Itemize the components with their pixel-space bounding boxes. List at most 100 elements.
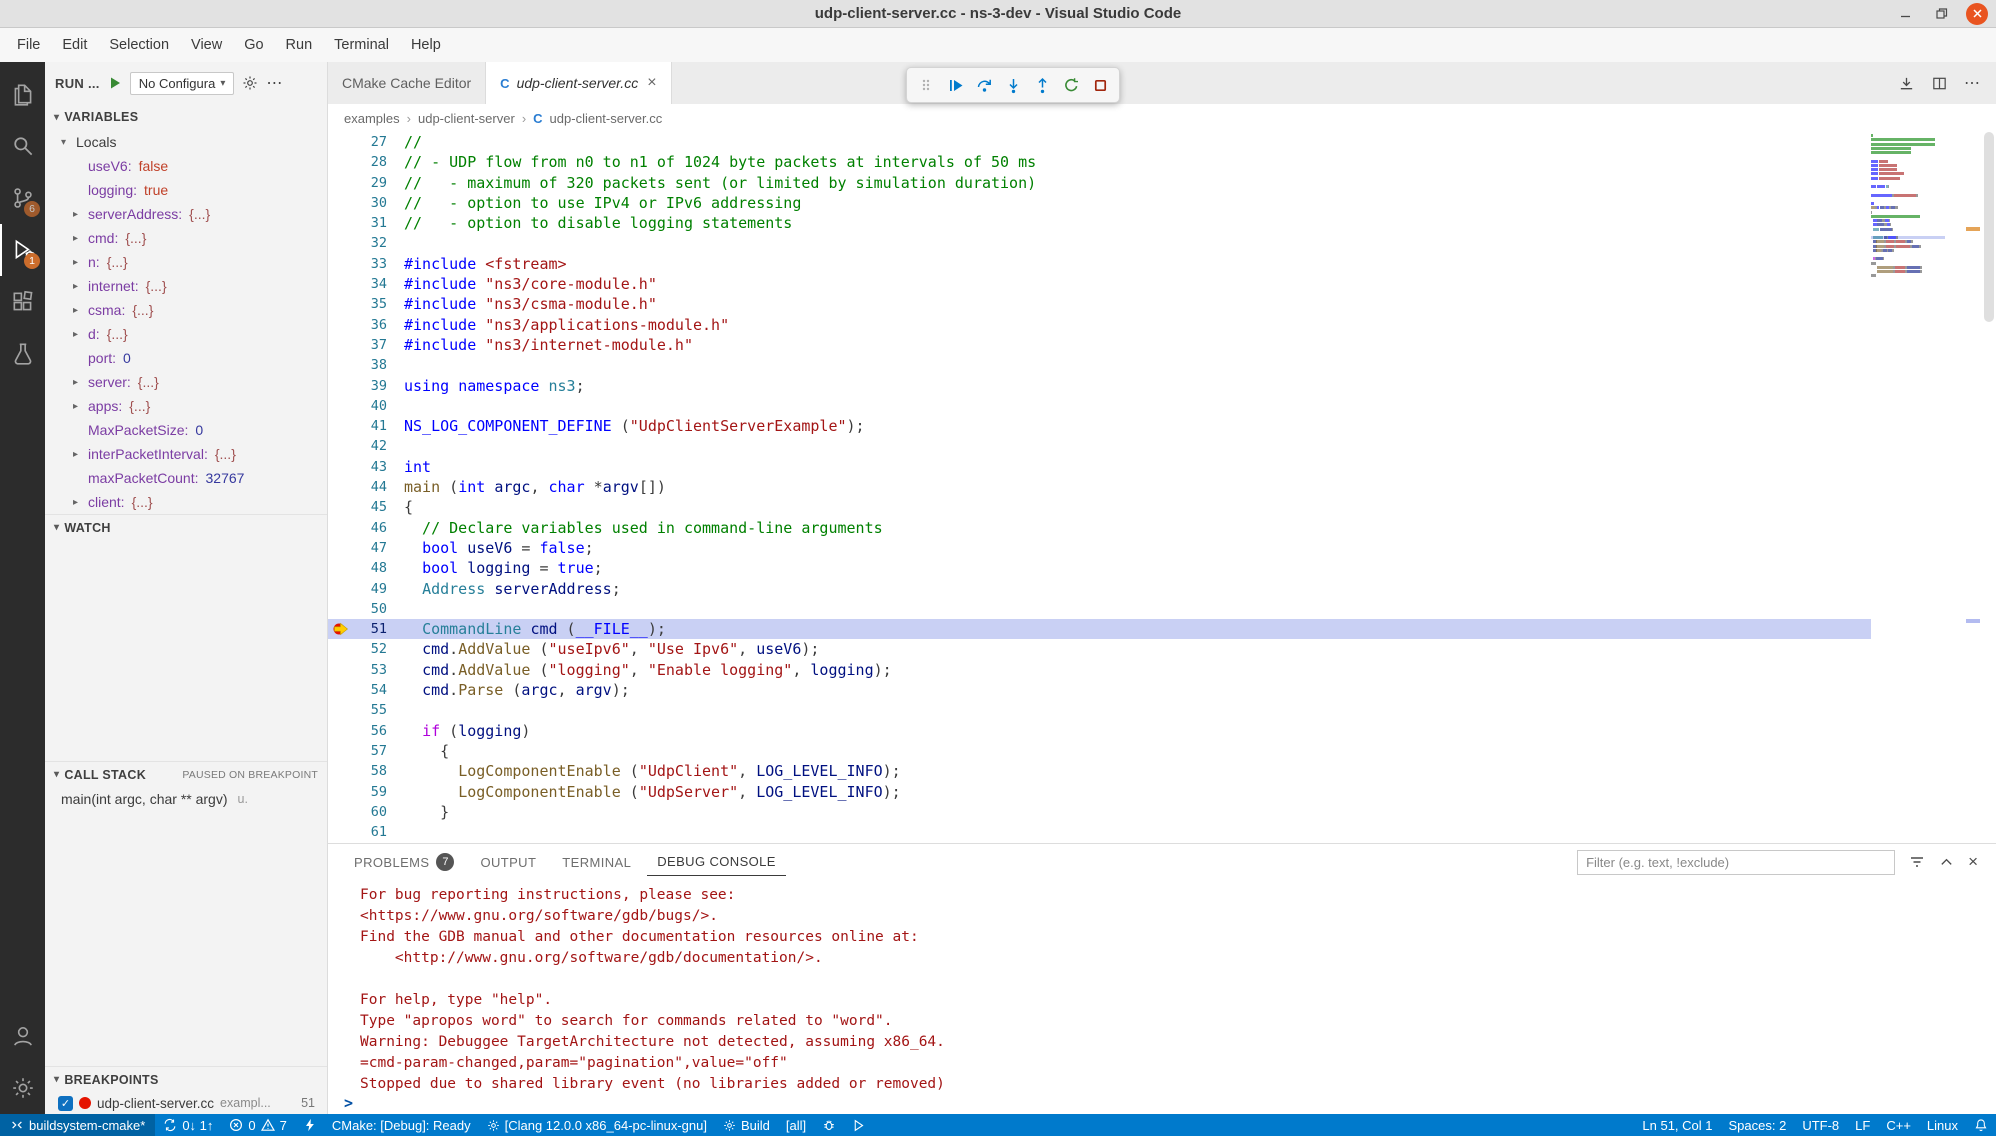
code-line-37[interactable]: 37#include "ns3/internet-module.h" bbox=[328, 335, 1871, 355]
line-number[interactable]: 54 bbox=[354, 680, 404, 700]
variable-row-internet[interactable]: ▸internet:{...} bbox=[45, 274, 327, 298]
console-prompt[interactable]: > bbox=[328, 1093, 1996, 1114]
code-text[interactable]: LogComponentEnable ("UdpClient", LOG_LEV… bbox=[404, 761, 1871, 781]
code-text[interactable] bbox=[404, 396, 1871, 416]
gutter-breakpoint-zone[interactable] bbox=[328, 213, 354, 233]
cmake-build-button[interactable]: Build bbox=[715, 1114, 778, 1136]
continue-icon[interactable] bbox=[942, 72, 968, 98]
step-into-icon[interactable] bbox=[1000, 72, 1026, 98]
close-icon[interactable] bbox=[1966, 3, 1988, 25]
code-line-59[interactable]: 59 LogComponentEnable ("UdpServer", LOG_… bbox=[328, 782, 1871, 802]
console-filter-input[interactable] bbox=[1577, 850, 1895, 875]
menu-item-terminal[interactable]: Terminal bbox=[323, 32, 400, 58]
breadcrumb-file[interactable]: udp-client-server.cc bbox=[550, 111, 663, 126]
tab-problems[interactable]: PROBLEMS 7 bbox=[344, 847, 464, 877]
cursor-position[interactable]: Ln 51, Col 1 bbox=[1634, 1114, 1720, 1136]
code-text[interactable]: bool logging = true; bbox=[404, 558, 1871, 578]
code-text[interactable]: // - UDP flow from n0 to n1 of 1024 byte… bbox=[404, 152, 1871, 172]
tab-debug-console[interactable]: DEBUG CONSOLE bbox=[647, 848, 786, 876]
gutter-breakpoint-zone[interactable] bbox=[328, 355, 354, 375]
code-line-54[interactable]: 54 cmd.Parse (argc, argv); bbox=[328, 680, 1871, 700]
variable-row-Locals[interactable]: ▾Locals bbox=[45, 130, 327, 154]
gutter-breakpoint-zone[interactable] bbox=[328, 721, 354, 741]
line-number[interactable]: 36 bbox=[354, 315, 404, 335]
variable-row-server[interactable]: ▸server:{...} bbox=[45, 370, 327, 394]
activity-run-debug[interactable]: 1 bbox=[0, 224, 45, 276]
line-number[interactable]: 40 bbox=[354, 396, 404, 416]
code-line-43[interactable]: 43int bbox=[328, 457, 1871, 477]
debug-console-output[interactable]: For bug reporting instructions, please s… bbox=[328, 880, 1996, 1093]
cmake-debug-button[interactable] bbox=[814, 1114, 844, 1136]
os-indicator[interactable]: Linux bbox=[1919, 1114, 1966, 1136]
line-number[interactable]: 39 bbox=[354, 376, 404, 396]
variable-row-maxPacketCount[interactable]: maxPacketCount:32767 bbox=[45, 466, 327, 490]
code-editor[interactable]: 27//28// - UDP flow from n0 to n1 of 102… bbox=[328, 132, 1996, 843]
code-text[interactable]: #include "ns3/internet-module.h" bbox=[404, 335, 1871, 355]
gutter-breakpoint-zone[interactable] bbox=[328, 741, 354, 761]
line-number[interactable]: 57 bbox=[354, 741, 404, 761]
activity-explorer[interactable] bbox=[0, 68, 45, 120]
code-text[interactable]: Address serverAddress; bbox=[404, 579, 1871, 599]
code-line-53[interactable]: 53 cmd.AddValue ("logging", "Enable logg… bbox=[328, 660, 1871, 680]
tab-terminal[interactable]: TERMINAL bbox=[552, 849, 641, 876]
gutter-breakpoint-zone[interactable] bbox=[328, 396, 354, 416]
line-number[interactable]: 43 bbox=[354, 457, 404, 477]
code-line-27[interactable]: 27// bbox=[328, 132, 1871, 152]
filter-icon[interactable] bbox=[1909, 854, 1925, 870]
code-text[interactable]: // bbox=[404, 132, 1871, 152]
line-number[interactable]: 41 bbox=[354, 416, 404, 436]
line-number[interactable]: 61 bbox=[354, 822, 404, 842]
line-number[interactable]: 53 bbox=[354, 660, 404, 680]
code-text[interactable]: { bbox=[404, 497, 1871, 517]
code-text[interactable]: { bbox=[404, 741, 1871, 761]
download-icon[interactable] bbox=[1898, 75, 1915, 92]
code-line-56[interactable]: 56 if (logging) bbox=[328, 721, 1871, 741]
variable-row-port[interactable]: port:0 bbox=[45, 346, 327, 370]
twisty-icon[interactable]: ▸ bbox=[73, 209, 88, 220]
line-number[interactable]: 32 bbox=[354, 233, 404, 253]
line-number[interactable]: 28 bbox=[354, 152, 404, 172]
line-number[interactable]: 37 bbox=[354, 335, 404, 355]
code-text[interactable]: #include <fstream> bbox=[404, 254, 1871, 274]
code-text[interactable]: bool useV6 = false; bbox=[404, 538, 1871, 558]
code-text[interactable]: #include "ns3/csma-module.h" bbox=[404, 294, 1871, 314]
more-actions-icon[interactable]: ⋯ bbox=[1964, 73, 1980, 93]
line-number[interactable]: 45 bbox=[354, 497, 404, 517]
code-line-49[interactable]: 49 Address serverAddress; bbox=[328, 579, 1871, 599]
breadcrumb-examples[interactable]: examples bbox=[344, 111, 400, 126]
code-text[interactable]: using namespace ns3; bbox=[404, 376, 1871, 396]
breakpoint-item[interactable]: ✓ udp-client-server.cc exampl... 51 bbox=[45, 1092, 327, 1114]
activity-settings[interactable] bbox=[0, 1062, 45, 1114]
code-line-38[interactable]: 38 bbox=[328, 355, 1871, 375]
gutter-breakpoint-zone[interactable] bbox=[328, 700, 354, 720]
debug-current-line-arrow[interactable] bbox=[328, 619, 354, 639]
code-text[interactable]: main (int argc, char *argv[]) bbox=[404, 477, 1871, 497]
activity-testing[interactable] bbox=[0, 328, 45, 380]
code-text[interactable]: // - option to disable logging statement… bbox=[404, 213, 1871, 233]
close-panel-icon[interactable]: × bbox=[1968, 852, 1978, 872]
twisty-icon[interactable]: ▸ bbox=[73, 281, 88, 292]
gutter-breakpoint-zone[interactable] bbox=[328, 193, 354, 213]
code-line-51[interactable]: 51 CommandLine cmd (__FILE__); bbox=[328, 619, 1871, 639]
gutter-breakpoint-zone[interactable] bbox=[328, 579, 354, 599]
code-text[interactable]: cmd.AddValue ("logging", "Enable logging… bbox=[404, 660, 1871, 680]
gutter-breakpoint-zone[interactable] bbox=[328, 335, 354, 355]
code-text[interactable]: // Declare variables used in command-lin… bbox=[404, 518, 1871, 538]
eol-selector[interactable]: LF bbox=[1847, 1114, 1878, 1136]
gutter-breakpoint-zone[interactable] bbox=[328, 477, 354, 497]
code-text[interactable]: #include "ns3/core-module.h" bbox=[404, 274, 1871, 294]
code-line-32[interactable]: 32 bbox=[328, 233, 1871, 253]
code-text[interactable]: if (logging) bbox=[404, 721, 1871, 741]
gutter-breakpoint-zone[interactable] bbox=[328, 376, 354, 396]
code-line-60[interactable]: 60 } bbox=[328, 802, 1871, 822]
start-debug-icon[interactable] bbox=[108, 76, 122, 90]
variable-row-apps[interactable]: ▸apps:{...} bbox=[45, 394, 327, 418]
code-line-41[interactable]: 41NS_LOG_COMPONENT_DEFINE ("UdpClientSer… bbox=[328, 416, 1871, 436]
code-line-46[interactable]: 46 // Declare variables used in command-… bbox=[328, 518, 1871, 538]
code-line-44[interactable]: 44main (int argc, char *argv[]) bbox=[328, 477, 1871, 497]
line-number[interactable]: 47 bbox=[354, 538, 404, 558]
cmake-build-target[interactable]: [all] bbox=[778, 1114, 814, 1136]
line-number[interactable]: 30 bbox=[354, 193, 404, 213]
line-number[interactable]: 33 bbox=[354, 254, 404, 274]
gutter-breakpoint-zone[interactable] bbox=[328, 416, 354, 436]
